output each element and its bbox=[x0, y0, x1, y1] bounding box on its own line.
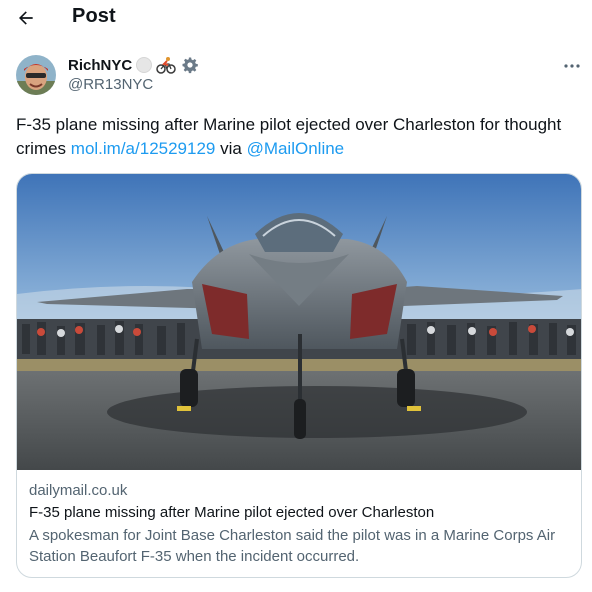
page-title: Post bbox=[72, 5, 116, 27]
card-image[interactable] bbox=[17, 174, 582, 470]
card-meta: dailymail.co.uk F-35 plane missing after… bbox=[29, 480, 569, 567]
avatar[interactable] bbox=[16, 55, 56, 95]
tweet-text-via: via bbox=[215, 139, 247, 158]
more-icon bbox=[564, 64, 580, 68]
more-options-button[interactable] bbox=[558, 56, 586, 76]
grey-circle-icon bbox=[136, 57, 153, 73]
author-display-name[interactable]: RichNYC bbox=[68, 57, 132, 74]
link-card[interactable]: dailymail.co.uk F-35 plane missing after… bbox=[16, 173, 582, 578]
tweet-link[interactable]: mol.im/a/12529129 bbox=[71, 139, 216, 158]
back-button[interactable] bbox=[12, 4, 40, 32]
top-bar: Post bbox=[0, 0, 592, 40]
cyclist-icon bbox=[156, 56, 176, 74]
card-domain: dailymail.co.uk bbox=[29, 482, 128, 499]
tweet-mention[interactable]: @MailOnline bbox=[247, 139, 345, 158]
author-handle[interactable]: @RR13NYC bbox=[68, 76, 153, 93]
back-arrow-icon bbox=[19, 11, 33, 25]
card-description: A spokesman for Joint Base Charleston sa… bbox=[29, 527, 556, 565]
card-title: F-35 plane missing after Marine pilot ej… bbox=[29, 504, 435, 521]
gear-icon bbox=[180, 56, 200, 74]
author-name-row: RichNYC bbox=[68, 55, 200, 75]
tweet-text: F-35 plane missing after Marine pilot ej… bbox=[16, 113, 586, 161]
